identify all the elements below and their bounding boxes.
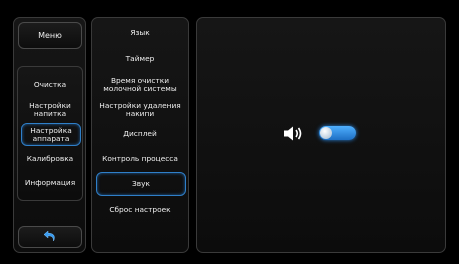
settings-item-milk-cleaning-time[interactable]: Время очистки молочной системы: [95, 75, 185, 95]
sound-toggle-knob: [320, 127, 332, 139]
speaker-icon: [283, 125, 305, 146]
settings-item-timer[interactable]: Таймер: [95, 52, 185, 66]
sound-toggle[interactable]: [319, 126, 356, 140]
settings-item-process-control[interactable]: Контроль процесса: [95, 152, 185, 166]
settings-item-sound[interactable]: Звук: [96, 172, 186, 196]
back-button[interactable]: [18, 226, 82, 248]
menu-button[interactable]: Меню: [18, 22, 82, 49]
nav-item-information[interactable]: Информация: [20, 174, 80, 192]
settings-item-display[interactable]: Дисплей: [95, 127, 185, 141]
settings-item-language[interactable]: Язык: [95, 26, 185, 40]
nav-item-drink-settings[interactable]: Настройки напитка: [20, 100, 80, 120]
nav-item-calibration[interactable]: Калибровка: [20, 150, 80, 168]
back-arrow-icon: [43, 230, 57, 244]
settings-item-reset[interactable]: Сброс настроек: [95, 203, 185, 217]
settings-item-descaling[interactable]: Настройки удаления накипи: [95, 100, 185, 120]
nav-item-cleaning[interactable]: Очистка: [20, 76, 80, 94]
nav-item-machine-settings[interactable]: Настройка аппарата: [21, 123, 81, 146]
